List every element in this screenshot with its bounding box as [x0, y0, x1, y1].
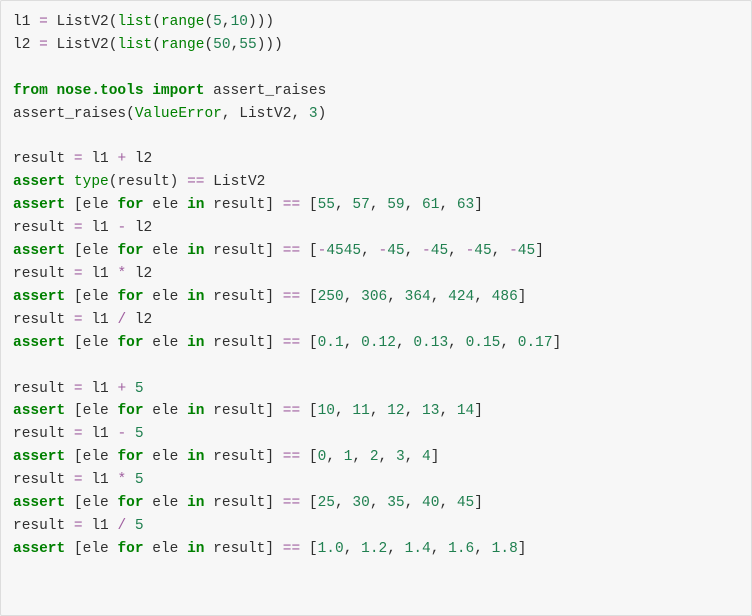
- code-block: l1 = ListV2(list(range(5,10))) l2 = List…: [0, 0, 752, 616]
- line-2: l2 = ListV2(list(range(50,55))): [13, 37, 283, 53]
- line-sub-s: result = l1 - 5: [13, 426, 144, 442]
- line-assert-mul-s: assert [ele for ele in result] == [25, 3…: [13, 495, 483, 511]
- line-assert-div: assert [ele for ele in result] == [0.1, …: [13, 335, 561, 351]
- line-mul: result = l1 * l2: [13, 266, 152, 282]
- line-assert-sub-s: assert [ele for ele in result] == [0, 1,…: [13, 449, 439, 465]
- line-div-s: result = l1 / 5: [13, 518, 144, 534]
- line-assert-raises: assert_raises(ValueError, ListV2, 3): [13, 106, 326, 122]
- line-1: l1 = ListV2(list(range(5,10))): [13, 14, 274, 30]
- line-assert-div-s: assert [ele for ele in result] == [1.0, …: [13, 541, 526, 557]
- var: l1: [13, 14, 30, 30]
- line-div: result = l1 / l2: [13, 312, 152, 328]
- line-import: from nose.tools import assert_raises: [13, 83, 326, 99]
- line-assert-type: assert type(result) == ListV2: [13, 174, 265, 190]
- line-assert-add: assert [ele for ele in result] == [55, 5…: [13, 197, 483, 213]
- line-mul-s: result = l1 * 5: [13, 472, 144, 488]
- line-assert-sub: assert [ele for ele in result] == [-45-4…: [13, 243, 544, 259]
- line-assert-add-s: assert [ele for ele in result] == [10, 1…: [13, 403, 483, 419]
- line-add: result = l1 + l2: [13, 151, 152, 167]
- line-assert-mul: assert [ele for ele in result] == [250, …: [13, 289, 526, 305]
- line-sub: result = l1 - l2: [13, 220, 152, 236]
- line-add-s: result = l1 + 5: [13, 381, 144, 397]
